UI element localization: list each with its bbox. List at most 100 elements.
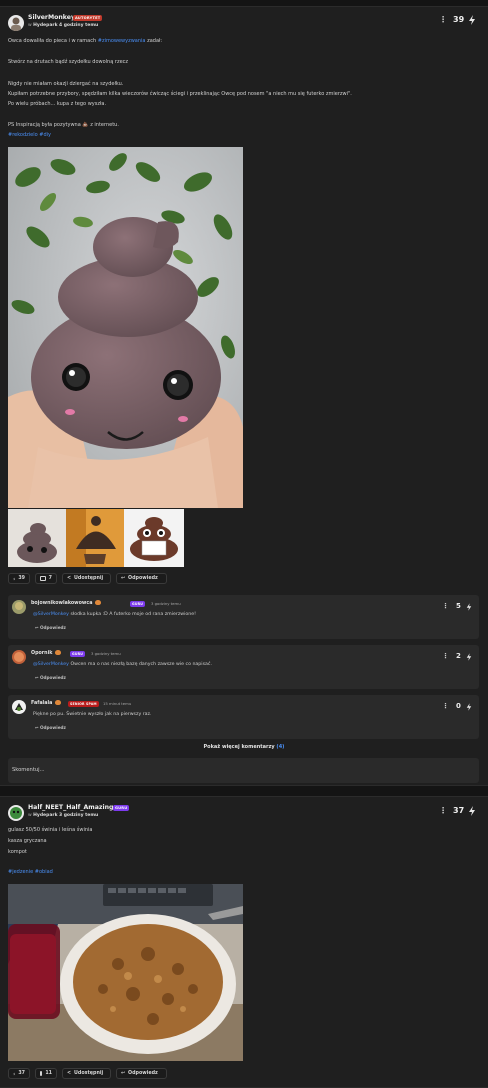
- plus-bolt-icon[interactable]: [466, 653, 472, 661]
- bolt-icon: [13, 1072, 16, 1075]
- comment-score: 0: [456, 702, 461, 710]
- hashtag-link[interactable]: #zimowewyzwania: [98, 38, 146, 44]
- comment-icon: [40, 576, 46, 581]
- rank-badge: GURU: [130, 601, 146, 607]
- post-time: 3 godziny temu: [59, 813, 99, 818]
- hashtags: #rekodzielo #diy: [8, 132, 51, 138]
- share-button[interactable]: < Udostępnij: [62, 573, 111, 584]
- hashtags: #jedzenie #obiad: [8, 869, 53, 875]
- post-image-goulash[interactable]: [8, 884, 243, 1061]
- rank-badge: SENIOR SPAM: [68, 701, 99, 707]
- author-avatar[interactable]: [8, 15, 24, 31]
- comment-avatar[interactable]: [12, 700, 26, 714]
- reply-button[interactable]: ↩ Odpowiedz: [116, 573, 167, 584]
- plus-bolt-icon[interactable]: [468, 806, 476, 816]
- author-name[interactable]: Half_NEET_Half_Amazing: [28, 804, 113, 811]
- comment-input[interactable]: Skomentuj...: [8, 758, 479, 783]
- share-icon: <: [67, 576, 72, 581]
- vote-button[interactable]: 39: [8, 573, 30, 584]
- comment-time: 3 godziny temu: [151, 601, 181, 606]
- hashtag-link[interactable]: #diy: [39, 132, 51, 138]
- hashtag-link[interactable]: #rekodzielo: [8, 132, 38, 138]
- comments-button[interactable]: 7: [35, 573, 57, 584]
- gallery-thumbnail[interactable]: [124, 509, 184, 567]
- comments-button[interactable]: 11: [35, 1068, 57, 1079]
- hashtag-link[interactable]: #jedzenie: [8, 869, 33, 875]
- post-score: 39: [453, 15, 465, 24]
- badge-icon: [55, 700, 61, 705]
- reply-button[interactable]: ↩ Odpowiedz: [116, 1068, 167, 1079]
- comment-author[interactable]: bojownikowlakowowca: [31, 600, 102, 606]
- plus-bolt-icon[interactable]: [466, 603, 472, 611]
- post-meta: w Hydepark 3 godziny temu: [28, 813, 98, 818]
- post-meta: w Hydepark 4 godziny temu: [28, 23, 98, 28]
- plus-bolt-icon[interactable]: [468, 15, 476, 25]
- rank-badge: AUTORYTET: [73, 15, 103, 21]
- post-card: Half_NEET_Half_Amazing GURU w Hydepark 3…: [0, 796, 488, 1088]
- post-text-line: Kupiłam potrzebne przybory, spędziłam ki…: [8, 91, 352, 97]
- comment-reply-button[interactable]: ↩ Odpowiedz: [35, 675, 66, 680]
- author-name[interactable]: SilverMonkey: [28, 14, 75, 21]
- comment-score: 5: [456, 602, 461, 610]
- comment-time: 3 godziny temu: [91, 651, 121, 656]
- badge-icon: [55, 650, 62, 655]
- vote-button[interactable]: 37: [8, 1068, 30, 1079]
- comment-time: 15 minut temu: [103, 701, 132, 706]
- comment-score: 2: [456, 652, 461, 660]
- meta-prefix: w: [28, 23, 32, 28]
- community-link[interactable]: Hydepark: [33, 23, 57, 28]
- more-options-icon[interactable]: ⋮: [439, 806, 447, 815]
- comment-reply-button[interactable]: ↩ Odpowiedz: [35, 725, 66, 730]
- user-mention[interactable]: @SilverMonkey: [33, 612, 69, 617]
- gallery-thumbnail[interactable]: [66, 509, 124, 567]
- comment-text: @SilverMonkey słodka kupka :D A futerko …: [33, 612, 197, 617]
- hashtag-link[interactable]: #obiad: [35, 869, 53, 875]
- user-mention[interactable]: @SilverMonkey: [33, 662, 69, 667]
- comment-avatar[interactable]: [12, 600, 26, 614]
- share-button[interactable]: < Udostępnij: [62, 1068, 111, 1079]
- community-link[interactable]: Hydepark: [33, 813, 57, 818]
- share-icon: <: [67, 1071, 72, 1076]
- post-image-crochet-poop[interactable]: [8, 147, 243, 508]
- more-options-icon[interactable]: ⋮: [442, 602, 449, 610]
- post-text-line: Po wielu próbach... kupa z tego wyszła.: [8, 101, 107, 107]
- rank-badge: GURU: [113, 805, 130, 811]
- more-options-icon[interactable]: ⋮: [439, 15, 447, 24]
- comment-icon: [40, 1071, 43, 1076]
- post-text-line: kasza gryczana: [8, 838, 47, 844]
- reply-icon: ↩: [121, 576, 126, 581]
- more-options-icon[interactable]: ⋮: [442, 652, 449, 660]
- reply-label: Odpowiedz: [128, 576, 158, 581]
- share-label: Udostępnij: [74, 1071, 104, 1076]
- reply-icon: ↩: [121, 1071, 126, 1076]
- show-more-comments-button[interactable]: Pokaż więcej komentarzy (4): [0, 744, 488, 750]
- post-text-line: Nigdy nie miałam okazji dziergać na szyd…: [8, 81, 124, 87]
- comment-author[interactable]: Fafalala: [31, 700, 61, 706]
- post-text-line: gulasz 50/50 świnia i leśna świnia: [8, 827, 93, 833]
- meta-prefix: w: [28, 813, 32, 818]
- rank-badge: GURU: [70, 651, 86, 657]
- share-label: Udostępnij: [74, 576, 104, 581]
- comment-card: Opornik GURU 3 godziny temu @SilverMonke…: [8, 645, 479, 689]
- comment-avatar[interactable]: [12, 650, 26, 664]
- gallery-thumbnail[interactable]: [8, 509, 66, 567]
- post-text-line: Stwórz na drutach bądź szydełku dowolną …: [8, 59, 129, 65]
- post-text-line: kompot: [8, 849, 27, 855]
- author-avatar[interactable]: [8, 805, 24, 821]
- comment-text: @SilverMonkey Owcen ma o nas niezłą bazę…: [33, 662, 212, 667]
- post-text-line: Owca dowaliła do pieca i w ramach #zimow…: [8, 38, 163, 44]
- post-card: SilverMonkey AUTORYTET w Hydepark 4 godz…: [0, 6, 488, 786]
- comment-author[interactable]: Opornik: [31, 650, 62, 656]
- post-text-line: PS Inspiracją była pozytywna 💩 z interne…: [8, 122, 119, 128]
- comment-card: bojownikowlakowowca GURU 3 godziny temu …: [8, 595, 479, 639]
- plus-bolt-icon[interactable]: [466, 703, 472, 711]
- vote-count: 39: [18, 576, 25, 581]
- bolt-icon: [13, 577, 16, 580]
- more-options-icon[interactable]: ⋮: [442, 702, 449, 710]
- reply-label: Odpowiedz: [128, 1071, 158, 1076]
- vote-count: 37: [18, 1071, 25, 1076]
- comment-reply-button[interactable]: ↩ Odpowiedz: [35, 625, 66, 630]
- comment-count: 7: [48, 576, 52, 581]
- comment-text: Piękne po pu. Świetnie wyszło jak na pie…: [33, 712, 152, 717]
- post-time: 4 godziny temu: [59, 23, 99, 28]
